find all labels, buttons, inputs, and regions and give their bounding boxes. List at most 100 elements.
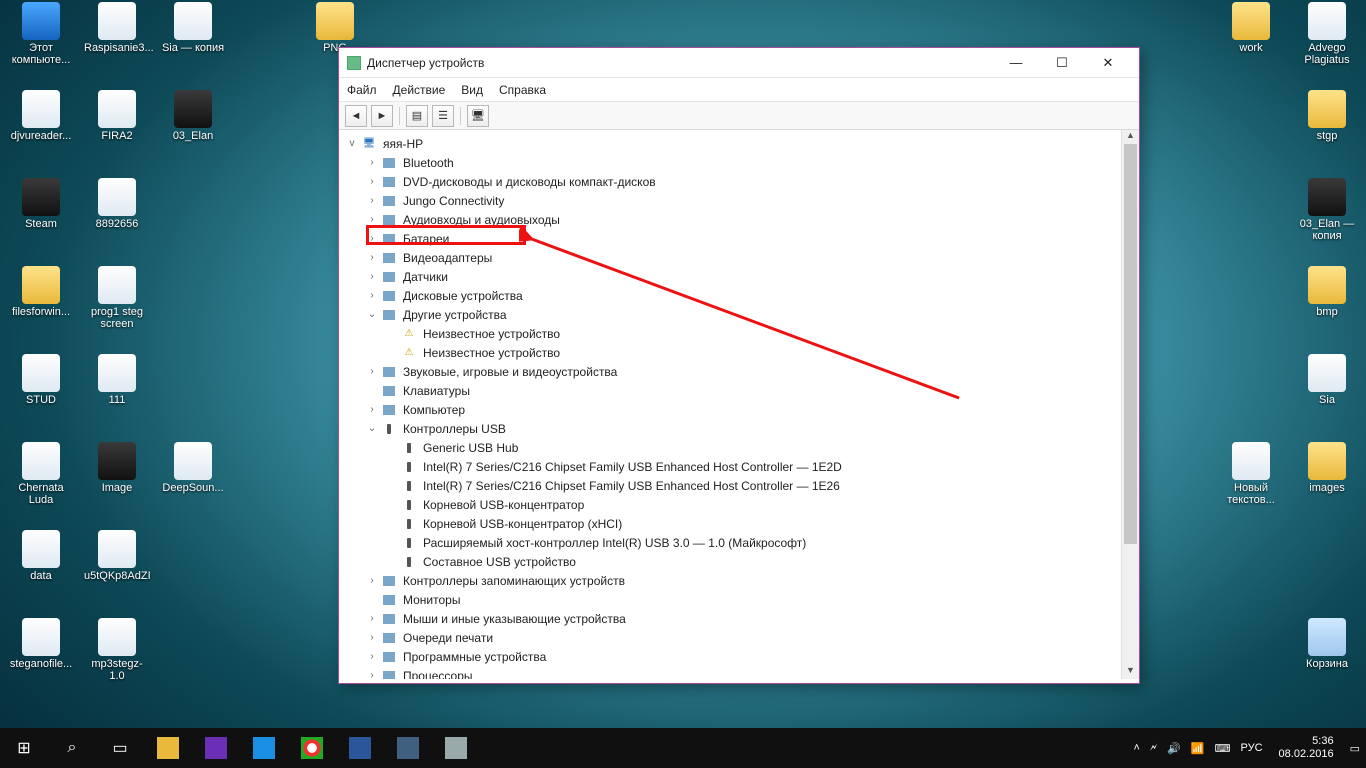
desktop-icon[interactable]: Advego Plagiatus [1292, 2, 1362, 66]
tray-keyboard-icon[interactable]: ⌨ [1215, 742, 1231, 755]
desktop-icon[interactable]: data [6, 530, 76, 582]
expand-icon[interactable]: › [365, 574, 379, 588]
taskbar-app-word[interactable] [336, 728, 384, 768]
scroll-down-icon[interactable]: ▼ [1122, 665, 1139, 679]
tree-item[interactable]: ›Программные устройства [339, 647, 1121, 666]
tree-item[interactable]: ›Звуковые, игровые и видеоустройства [339, 362, 1121, 381]
expand-icon[interactable]: ⌄ [365, 422, 379, 436]
scan-hardware-button[interactable]: 🖥 [467, 105, 489, 127]
desktop-icon[interactable]: mp3stegz-1.0 [82, 618, 152, 682]
scroll-thumb[interactable] [1124, 144, 1137, 544]
tree-item[interactable]: ›Батареи [339, 229, 1121, 248]
desktop-icon[interactable]: DeepSoun... [158, 442, 228, 494]
tray-chevron-icon[interactable]: ˄ [1133, 742, 1139, 754]
tree-item[interactable]: ›Мыши и иные указывающие устройства [339, 609, 1121, 628]
nav-fwd-button[interactable]: ► [371, 105, 393, 127]
expand-icon[interactable] [385, 441, 399, 455]
tree-item[interactable]: Мониторы [339, 590, 1121, 609]
expand-icon[interactable] [385, 346, 399, 360]
desktop-icon[interactable]: djvureader... [6, 90, 76, 142]
desktop-icon[interactable]: STUD [6, 354, 76, 406]
menu-action[interactable]: Действие [393, 83, 446, 97]
expand-icon[interactable]: ⌄ [365, 308, 379, 322]
expand-icon[interactable]: › [365, 251, 379, 265]
desktop-icon[interactable]: steganofile... [6, 618, 76, 670]
tree-root-label[interactable]: яяя-HP [381, 137, 425, 151]
nav-back-button[interactable]: ◄ [345, 105, 367, 127]
desktop-icon[interactable]: images [1292, 442, 1362, 494]
desktop-icon[interactable]: Chernata Luda [6, 442, 76, 506]
expand-icon[interactable]: › [365, 175, 379, 189]
tree-item[interactable]: ›Процессоры [339, 666, 1121, 679]
tree-item[interactable]: ›Очереди печати [339, 628, 1121, 647]
tree-item[interactable]: ›Аудиовходы и аудиовыходы [339, 210, 1121, 229]
taskbar-app-devmgr[interactable] [432, 728, 480, 768]
desktop-icon[interactable]: u5tQKp8AdZI [82, 530, 152, 582]
expand-icon[interactable]: › [365, 232, 379, 246]
scroll-up-icon[interactable]: ▲ [1122, 130, 1139, 144]
tree-item[interactable]: Составное USB устройство [339, 552, 1121, 571]
tree-item[interactable]: ›Дисковые устройства [339, 286, 1121, 305]
expand-icon[interactable]: › [365, 289, 379, 303]
taskbar-app[interactable] [384, 728, 432, 768]
tray-power-icon[interactable]: 🗲 [1150, 742, 1157, 755]
expand-icon[interactable]: › [365, 403, 379, 417]
tree-item[interactable]: ›DVD-дисководы и дисководы компакт-диско… [339, 172, 1121, 191]
close-button[interactable]: ✕ [1085, 48, 1131, 77]
expand-icon[interactable]: › [365, 365, 379, 379]
tree-item[interactable]: Intel(R) 7 Series/C216 Chipset Family US… [339, 476, 1121, 495]
expand-icon[interactable]: › [365, 669, 379, 680]
tree-item[interactable]: ›Компьютер [339, 400, 1121, 419]
start-button[interactable]: ⊞ [0, 728, 48, 768]
expand-icon[interactable]: › [365, 270, 379, 284]
tray-wifi-icon[interactable]: 📶 [1191, 742, 1205, 755]
tree-item[interactable]: ›Видеоадаптеры [339, 248, 1121, 267]
expand-icon[interactable] [385, 498, 399, 512]
tree-item[interactable]: Корневой USB-концентратор [339, 495, 1121, 514]
expand-icon[interactable] [385, 479, 399, 493]
expand-icon[interactable] [385, 460, 399, 474]
expand-icon[interactable]: › [365, 156, 379, 170]
menu-view[interactable]: Вид [461, 83, 483, 97]
desktop-icon[interactable]: Sia [1292, 354, 1362, 406]
desktop-icon[interactable]: Raspisanie3... [82, 2, 152, 54]
tree-item[interactable]: ⚠Неизвестное устройство [339, 343, 1121, 362]
taskbar-app-chrome[interactable] [288, 728, 336, 768]
desktop-icon[interactable]: bmp [1292, 266, 1362, 318]
desktop-icon[interactable]: 111 [82, 354, 152, 406]
expand-icon[interactable]: › [365, 650, 379, 664]
expand-icon[interactable]: › [365, 631, 379, 645]
tray-clock[interactable]: 5:36 08.02.2016 [1273, 735, 1340, 761]
desktop-icon[interactable]: prog1 steg screen [82, 266, 152, 330]
desktop-icon[interactable]: 03_Elan [158, 90, 228, 142]
device-tree[interactable]: v🖥яяя-HP›Bluetooth›DVD-дисководы и диско… [339, 130, 1121, 679]
expand-icon[interactable]: › [365, 194, 379, 208]
menu-help[interactable]: Справка [499, 83, 546, 97]
desktop-icon[interactable]: 03_Elan — копия [1292, 178, 1362, 242]
search-button[interactable]: ⌕ [48, 728, 96, 768]
tree-item[interactable]: Generic USB Hub [339, 438, 1121, 457]
task-view-button[interactable]: ▭ [96, 728, 144, 768]
tree-item[interactable]: ⚠Неизвестное устройство [339, 324, 1121, 343]
expand-icon[interactable] [385, 517, 399, 531]
titlebar[interactable]: Диспетчер устройств — ☐ ✕ [339, 48, 1139, 78]
expand-icon[interactable]: › [365, 213, 379, 227]
desktop-icon[interactable]: FIRA2 [82, 90, 152, 142]
properties-button[interactable]: ☰ [432, 105, 454, 127]
tree-item[interactable]: ⌄Контроллеры USB [339, 419, 1121, 438]
desktop-icon[interactable]: 8892656 [82, 178, 152, 230]
taskbar-app-vs[interactable] [192, 728, 240, 768]
desktop-icon[interactable]: Корзина [1292, 618, 1362, 670]
desktop-icon[interactable]: filesforwin... [6, 266, 76, 318]
tree-item[interactable]: Расширяемый хост-контроллер Intel(R) USB… [339, 533, 1121, 552]
tray-notifications-icon[interactable]: ▭ [1350, 742, 1360, 755]
minimize-button[interactable]: — [993, 48, 1039, 77]
tray-volume-icon[interactable]: 🔊 [1167, 742, 1181, 755]
tree-item[interactable]: Корневой USB-концентратор (xHCI) [339, 514, 1121, 533]
desktop-icon[interactable]: Этот компьюте... [6, 2, 76, 66]
menu-file[interactable]: Файл [347, 83, 377, 97]
tree-item[interactable]: Intel(R) 7 Series/C216 Chipset Family US… [339, 457, 1121, 476]
taskbar-app[interactable] [240, 728, 288, 768]
desktop-icon[interactable]: work [1216, 2, 1286, 54]
taskbar-app-explorer[interactable] [144, 728, 192, 768]
